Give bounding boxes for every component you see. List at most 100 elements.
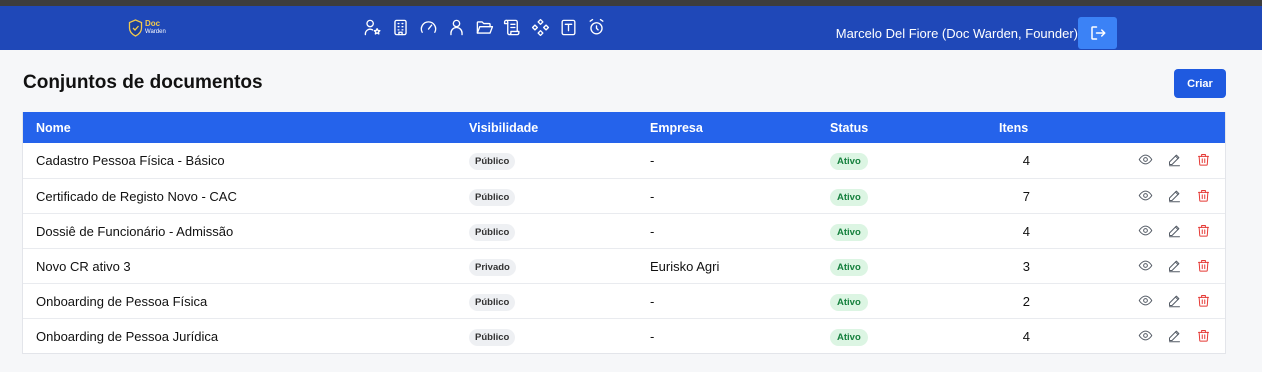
pencil-icon bbox=[1169, 225, 1180, 238]
column-header-company[interactable]: Empresa bbox=[650, 121, 703, 135]
view-button[interactable] bbox=[1137, 327, 1154, 344]
row-company: Eurisko Agri bbox=[650, 259, 720, 274]
users-star-icon[interactable] bbox=[362, 17, 382, 37]
pencil-icon bbox=[1169, 190, 1180, 203]
visibility-badge: Público bbox=[469, 224, 516, 241]
trash-icon bbox=[1198, 190, 1209, 202]
create-button[interactable]: Criar bbox=[1174, 69, 1226, 98]
column-header-name[interactable]: Nome bbox=[36, 121, 71, 135]
status-badge: Ativo bbox=[830, 259, 868, 276]
view-button[interactable] bbox=[1137, 187, 1154, 204]
eye-icon bbox=[1138, 260, 1153, 271]
status-badge: Ativo bbox=[830, 329, 868, 346]
edit-button[interactable] bbox=[1166, 151, 1183, 168]
view-button[interactable] bbox=[1137, 151, 1154, 168]
logo-text-doc: Doc bbox=[145, 19, 161, 28]
row-status: Ativo bbox=[830, 223, 868, 241]
edit-button[interactable] bbox=[1166, 292, 1183, 309]
row-items-count: 7 bbox=[1022, 189, 1030, 204]
row-status: Ativo bbox=[830, 293, 868, 311]
pencil-icon bbox=[1169, 295, 1180, 308]
trash-icon bbox=[1198, 154, 1209, 166]
row-name: Onboarding de Pessoa Jurídica bbox=[36, 329, 219, 344]
status-badge: Ativo bbox=[830, 294, 868, 311]
table-body: Cadastro Pessoa Física - Básico Público … bbox=[23, 143, 1225, 353]
row-items-count: 4 bbox=[1022, 224, 1030, 239]
row-name: Onboarding de Pessoa Física bbox=[36, 294, 208, 309]
row-name: Dossiê de Funcionário - Admissão bbox=[36, 224, 234, 239]
row-visibility: Privado bbox=[469, 258, 516, 276]
row-name: Certificado de Registo Novo - CAC bbox=[36, 189, 237, 204]
table-row[interactable]: Novo CR ativo 3 Privado Eurisko Agri Ati… bbox=[23, 248, 1225, 283]
row-actions bbox=[1137, 257, 1212, 274]
edit-button[interactable] bbox=[1166, 187, 1183, 204]
delete-button[interactable] bbox=[1195, 222, 1212, 239]
visibility-badge: Público bbox=[469, 153, 516, 170]
table-row[interactable]: Onboarding de Pessoa Física Público - At… bbox=[23, 283, 1225, 318]
logo-text-warden: Warden bbox=[145, 29, 166, 35]
row-actions bbox=[1137, 222, 1212, 239]
view-button[interactable] bbox=[1137, 257, 1154, 274]
status-badge: Ativo bbox=[830, 224, 868, 241]
main-nav bbox=[362, 17, 606, 37]
components-icon[interactable] bbox=[530, 17, 550, 37]
delete-button[interactable] bbox=[1195, 292, 1212, 309]
visibility-badge: Público bbox=[469, 189, 516, 206]
row-actions bbox=[1137, 327, 1212, 344]
pencil-icon bbox=[1169, 154, 1180, 167]
building-icon[interactable] bbox=[390, 17, 410, 37]
template-icon[interactable] bbox=[558, 17, 578, 37]
column-header-items[interactable]: Itens bbox=[999, 121, 1028, 135]
status-badge: Ativo bbox=[830, 153, 868, 170]
delete-button[interactable] bbox=[1195, 187, 1212, 204]
row-status: Ativo bbox=[830, 188, 868, 206]
top-navbar: Doc Warden Marcelo Del Fiore (Doc Warden… bbox=[0, 6, 1262, 50]
table-header: Nome Visibilidade Empresa Status Itens bbox=[23, 112, 1225, 143]
visibility-badge: Privado bbox=[469, 259, 516, 276]
table-row[interactable]: Certificado de Registo Novo - CAC Públic… bbox=[23, 178, 1225, 213]
eye-icon bbox=[1138, 190, 1153, 201]
pencil-icon bbox=[1169, 260, 1180, 273]
row-name: Novo CR ativo 3 bbox=[36, 259, 131, 274]
edit-button[interactable] bbox=[1166, 257, 1183, 274]
folder-open-icon[interactable] bbox=[474, 17, 494, 37]
logout-icon bbox=[1090, 26, 1105, 40]
user-icon[interactable] bbox=[446, 17, 466, 37]
table-row[interactable]: Dossiê de Funcionário - Admissão Público… bbox=[23, 213, 1225, 248]
alarm-clock-icon[interactable] bbox=[586, 17, 606, 37]
row-actions bbox=[1137, 292, 1212, 309]
eye-icon bbox=[1138, 330, 1153, 341]
column-header-status[interactable]: Status bbox=[830, 121, 868, 135]
table-row[interactable]: Cadastro Pessoa Física - Básico Público … bbox=[23, 143, 1225, 178]
row-status: Ativo bbox=[830, 152, 868, 170]
row-company: - bbox=[650, 329, 655, 344]
row-status: Ativo bbox=[830, 258, 868, 276]
row-company: - bbox=[650, 224, 655, 239]
table-row[interactable]: Onboarding de Pessoa Jurídica Público - … bbox=[23, 318, 1225, 353]
status-badge: Ativo bbox=[830, 189, 868, 206]
row-items-count: 3 bbox=[1022, 259, 1030, 274]
delete-button[interactable] bbox=[1195, 327, 1212, 344]
edit-button[interactable] bbox=[1166, 327, 1183, 344]
view-button[interactable] bbox=[1137, 222, 1154, 239]
visibility-badge: Público bbox=[469, 294, 516, 311]
row-items-count: 4 bbox=[1022, 329, 1030, 344]
gauge-icon[interactable] bbox=[418, 17, 438, 37]
scroll-icon[interactable] bbox=[502, 17, 522, 37]
column-header-visibility[interactable]: Visibilidade bbox=[469, 121, 538, 135]
app-logo[interactable]: Doc Warden bbox=[128, 16, 166, 40]
row-status: Ativo bbox=[830, 328, 868, 346]
row-actions bbox=[1137, 187, 1212, 204]
current-user-label: Marcelo Del Fiore (Doc Warden, Founder) bbox=[835, 26, 1078, 41]
row-visibility: Público bbox=[469, 188, 516, 206]
row-company: - bbox=[650, 153, 655, 168]
row-actions bbox=[1137, 151, 1212, 168]
delete-button[interactable] bbox=[1195, 151, 1212, 168]
eye-icon bbox=[1138, 225, 1153, 236]
row-items-count: 4 bbox=[1022, 153, 1030, 168]
delete-button[interactable] bbox=[1195, 257, 1212, 274]
view-button[interactable] bbox=[1137, 292, 1154, 309]
trash-icon bbox=[1198, 330, 1209, 342]
logout-button[interactable] bbox=[1078, 17, 1117, 49]
edit-button[interactable] bbox=[1166, 222, 1183, 239]
